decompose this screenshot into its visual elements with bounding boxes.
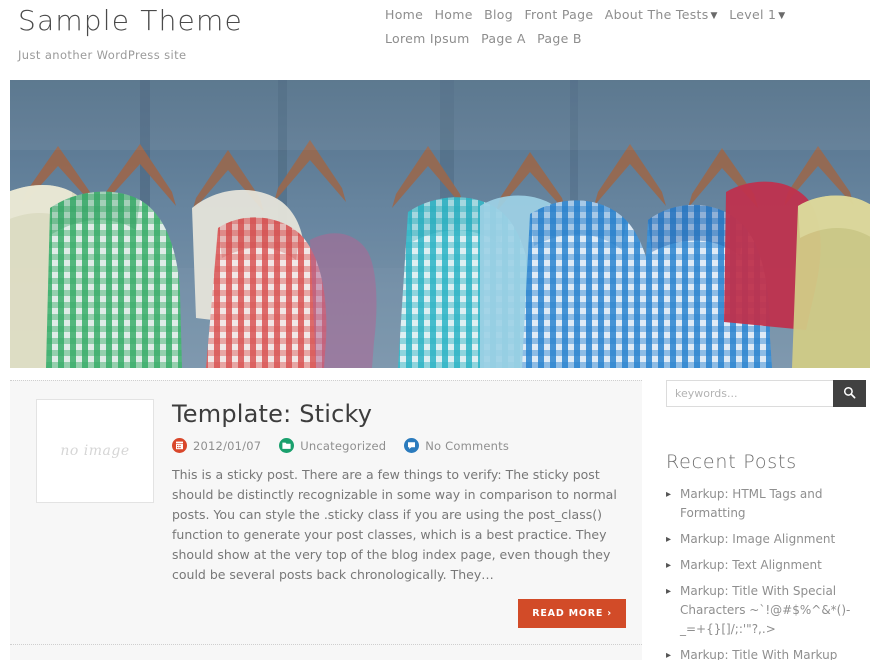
nav-item-page-b[interactable]: Page B bbox=[537, 30, 582, 48]
post-category[interactable]: Uncategorized bbox=[279, 438, 386, 453]
calendar-icon bbox=[172, 438, 187, 453]
post-thumbnail-placeholder[interactable]: no image bbox=[36, 399, 154, 503]
nav-item-home-2[interactable]: Home bbox=[435, 6, 473, 24]
site-tagline: Just another WordPress site bbox=[18, 48, 243, 62]
post-title[interactable]: Template: Sticky bbox=[172, 399, 626, 429]
recent-post-link[interactable]: Markup: Title With Special Characters ~`… bbox=[680, 584, 850, 636]
nav-link-label: Level 1 bbox=[729, 7, 776, 22]
nav-link[interactable]: Lorem Ipsum bbox=[385, 31, 470, 46]
list-item[interactable]: Markup: Image Alignment bbox=[666, 530, 870, 549]
no-image-label: no image bbox=[37, 443, 153, 459]
recent-post-link[interactable]: Markup: Image Alignment bbox=[680, 532, 835, 546]
list-item[interactable]: Markup: Title With Special Characters ~`… bbox=[666, 582, 870, 639]
search-form[interactable] bbox=[666, 380, 866, 407]
nav-item-blog[interactable]: Blog bbox=[484, 6, 513, 24]
read-more-button[interactable]: READ MORE › bbox=[518, 599, 626, 628]
nav-link[interactable]: Page B bbox=[537, 31, 582, 46]
list-item[interactable]: Markup: Text Alignment bbox=[666, 556, 870, 575]
recent-posts-list: Markup: HTML Tags and Formatting Markup:… bbox=[666, 485, 870, 660]
site-title[interactable]: Sample Theme bbox=[18, 4, 243, 38]
chevron-down-icon: ▼ bbox=[778, 11, 785, 21]
nav-link[interactable]: Home bbox=[435, 7, 473, 22]
primary-content: no image Template: Sticky bbox=[10, 380, 642, 660]
post-inner: no image Template: Sticky bbox=[26, 399, 626, 628]
post-comments-text: No Comments bbox=[425, 439, 509, 453]
post-comments[interactable]: No Comments bbox=[404, 438, 509, 453]
recent-post-link[interactable]: Markup: Text Alignment bbox=[680, 558, 822, 572]
post-meta: 2012/01/07 Uncategorized bbox=[172, 438, 626, 453]
hero-illustration bbox=[10, 80, 870, 368]
post-entry-markup: no image Markup: HTML Tags and Formattin… bbox=[10, 644, 642, 660]
search-icon bbox=[843, 386, 856, 402]
post-date-text: 2012/01/07 bbox=[193, 439, 261, 453]
nav-link[interactable]: About The Tests▼ bbox=[605, 7, 718, 22]
post-category-text: Uncategorized bbox=[300, 439, 386, 453]
nav-item-level-1[interactable]: Level 1▼ bbox=[729, 6, 785, 24]
post-date[interactable]: 2012/01/07 bbox=[172, 438, 261, 453]
recent-posts-widget: Recent Posts Markup: HTML Tags and Forma… bbox=[666, 451, 870, 660]
site-header: Sample Theme Just another WordPress site… bbox=[0, 0, 880, 78]
nav-item-about-the-tests[interactable]: About The Tests▼ bbox=[605, 6, 718, 24]
search-input[interactable] bbox=[666, 380, 833, 407]
nav-item-page-a[interactable]: Page A bbox=[481, 30, 526, 48]
nav-link[interactable]: Page A bbox=[481, 31, 526, 46]
nav-link[interactable]: Front Page bbox=[524, 7, 593, 22]
nav-link[interactable]: Home bbox=[385, 7, 423, 22]
sidebar: Recent Posts Markup: HTML Tags and Forma… bbox=[666, 380, 870, 660]
primary-navigation[interactable]: Home Home Blog Front Page About The Test… bbox=[385, 6, 875, 54]
nav-link-label: About The Tests bbox=[605, 7, 709, 22]
nav-link[interactable]: Level 1▼ bbox=[729, 7, 785, 22]
page-root: Sample Theme Just another WordPress site… bbox=[0, 0, 880, 660]
nav-item-front-page[interactable]: Front Page bbox=[524, 6, 593, 24]
hero-image bbox=[10, 80, 870, 368]
search-submit-button[interactable] bbox=[833, 380, 866, 407]
widget-title: Recent Posts bbox=[666, 451, 870, 473]
post-footer: READ MORE › bbox=[26, 585, 626, 628]
recent-post-link[interactable]: Markup: Title With Markup bbox=[680, 648, 837, 660]
nav-item-home-1[interactable]: Home bbox=[385, 6, 423, 24]
chevron-down-icon: ▼ bbox=[711, 11, 718, 21]
nav-item-lorem-ipsum[interactable]: Lorem Ipsum bbox=[385, 30, 470, 48]
list-item[interactable]: Markup: HTML Tags and Formatting bbox=[666, 485, 870, 523]
list-item[interactable]: Markup: Title With Markup bbox=[666, 646, 870, 660]
nav-link[interactable]: Blog bbox=[484, 7, 513, 22]
recent-post-link[interactable]: Markup: HTML Tags and Formatting bbox=[680, 487, 822, 520]
site-branding: Sample Theme Just another WordPress site bbox=[18, 4, 243, 62]
post-summary: This is a sticky post. There are a few t… bbox=[172, 465, 626, 585]
post-entry-sticky: no image Template: Sticky bbox=[10, 380, 642, 644]
folder-icon bbox=[279, 438, 294, 453]
comment-icon bbox=[404, 438, 419, 453]
nav-list: Home Home Blog Front Page About The Test… bbox=[385, 6, 875, 54]
